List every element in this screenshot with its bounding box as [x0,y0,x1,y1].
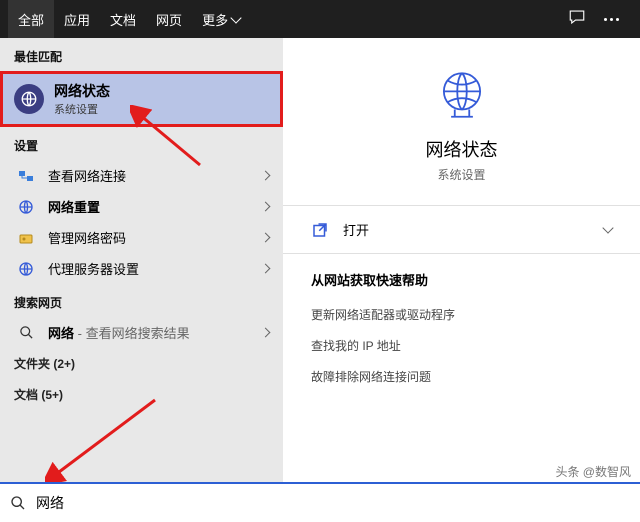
search-web-label: 搜索网页 [0,284,283,317]
left-panel: 最佳匹配 网络状态 系统设置 设置 查看网络连接 网络重置 [0,38,283,482]
best-match-title: 网络状态 [54,81,110,101]
item-view-connections[interactable]: 查看网络连接 [0,160,283,191]
tab-more-label: 更多 [202,10,228,29]
search-bar [0,482,640,522]
ellipsis-icon[interactable] [604,10,622,28]
search-icon [10,495,26,511]
detail-title: 网络状态 [426,136,498,162]
help-link-ip[interactable]: 查找我的 IP 地址 [311,330,612,361]
item-search-web[interactable]: 网络 - 查看网络搜索结果 [0,317,283,348]
item-label: 代理服务器设置 [48,259,139,278]
chevron-down-icon [602,222,613,233]
docs-line[interactable]: 文档 (5+) [0,379,283,410]
chevron-right-icon [261,264,271,274]
chevron-right-icon [261,202,271,212]
open-icon [311,221,329,239]
item-manage-passwords[interactable]: 管理网络密码 [0,222,283,253]
item-label: 管理网络密码 [48,228,126,247]
help-link-driver[interactable]: 更新网络适配器或驱动程序 [311,299,612,330]
globe-icon [14,199,38,215]
chevron-right-icon [261,328,271,338]
header-tabs: 全部 应用 文档 网页 更多 [0,0,640,38]
item-label: 网络重置 [48,197,100,216]
settings-label: 设置 [0,127,283,160]
folders-line[interactable]: 文件夹 (2+) [0,348,283,379]
tab-more[interactable]: 更多 [192,0,250,38]
globe-icon [14,261,38,277]
globe-icon [14,84,44,114]
tab-docs[interactable]: 文档 [100,0,146,38]
globe-icon [433,66,491,124]
credentials-icon [14,230,38,246]
search-input[interactable] [36,495,630,511]
open-button[interactable]: 打开 [311,206,612,253]
right-panel: 网络状态 系统设置 打开 从网站获取快速帮助 更新网络适配器或驱动程序 查找我的… [283,38,640,482]
network-connections-icon [14,168,38,184]
watermark: 头条 @数智风 [552,463,634,480]
item-label: 网络 - 查看网络搜索结果 [48,323,190,342]
tab-web[interactable]: 网页 [146,0,192,38]
chevron-right-icon [261,171,271,181]
open-label: 打开 [343,220,369,239]
search-icon [14,325,38,340]
chevron-right-icon [261,233,271,243]
detail-subtitle: 系统设置 [437,166,485,183]
help-link-troubleshoot[interactable]: 故障排除网络连接问题 [311,361,612,392]
feedback-icon[interactable] [568,8,586,31]
item-proxy-settings[interactable]: 代理服务器设置 [0,253,283,284]
help-header: 从网站获取快速帮助 [311,254,612,299]
tab-apps[interactable]: 应用 [54,0,100,38]
item-label: 查看网络连接 [48,166,126,185]
best-match-subtitle: 系统设置 [54,101,110,117]
tab-all[interactable]: 全部 [8,0,54,38]
best-match-label: 最佳匹配 [0,38,283,71]
item-network-reset[interactable]: 网络重置 [0,191,283,222]
best-match-item[interactable]: 网络状态 系统设置 [0,71,283,127]
chevron-down-icon [230,12,241,23]
